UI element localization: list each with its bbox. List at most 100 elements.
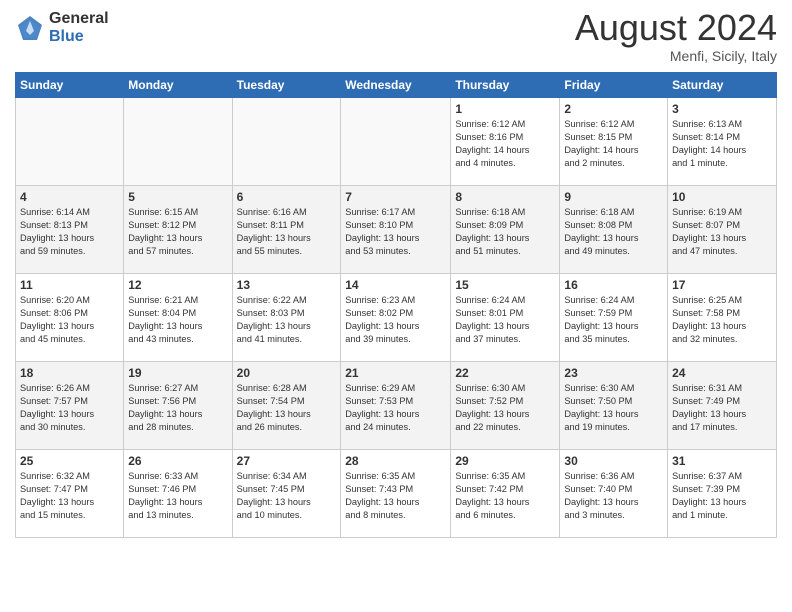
table-row: 25Sunrise: 6:32 AM Sunset: 7:47 PM Dayli… [16,450,124,538]
day-number: 9 [564,190,663,204]
page-header: General Blue August 2024 Menfi, Sicily, … [15,10,777,64]
header-saturday: Saturday [668,73,777,98]
table-row [16,98,124,186]
table-row [232,98,341,186]
day-number: 1 [455,102,555,116]
day-info: Sunrise: 6:12 AM Sunset: 8:16 PM Dayligh… [455,118,555,170]
logo: General Blue [15,10,109,45]
table-row: 8 Sunrise: 6:18 AM Sunset: 8:09 PM Daylig… [451,186,560,274]
day-info: Sunrise: 6:12 AM Sunset: 8:15 PM Dayligh… [564,118,663,170]
day-number: 20 [237,366,337,380]
day-info: Sunrise: 6:17 AM Sunset: 8:10 PM Dayligh… [345,206,446,258]
table-row: 9Sunrise: 6:18 AM Sunset: 8:08 PM Daylig… [560,186,668,274]
table-row: 22 Sunrise: 6:30 AM Sunset: 7:52 PM Dayli… [451,362,560,450]
table-row: 1 Sunrise: 6:12 AM Sunset: 8:16 PM Daylig… [451,98,560,186]
table-row: 26 Sunrise: 6:33 AM Sunset: 7:46 PM Dayli… [124,450,232,538]
table-row: 28 Sunrise: 6:35 AM Sunset: 7:43 PM Dayli… [341,450,451,538]
day-info: Sunrise: 6:31 AM Sunset: 7:49 PM Dayligh… [672,382,772,434]
day-number: 7 [345,190,446,204]
table-row: 12 Sunrise: 6:21 AM Sunset: 8:04 PM Dayli… [124,274,232,362]
day-info: Sunrise: 6:34 AM Sunset: 7:45 PM Dayligh… [237,470,337,522]
day-info: Sunrise: 6:24 AM Sunset: 8:01 PM Dayligh… [455,294,555,346]
table-row: 29 Sunrise: 6:35 AM Sunset: 7:42 PM Dayli… [451,450,560,538]
table-row: 30Sunrise: 6:36 AM Sunset: 7:40 PM Dayli… [560,450,668,538]
day-info: Sunrise: 6:13 AM Sunset: 8:14 PM Dayligh… [672,118,772,170]
table-row: 31Sunrise: 6:37 AM Sunset: 7:39 PM Dayli… [668,450,777,538]
day-number: 14 [345,278,446,292]
day-info: Sunrise: 6:35 AM Sunset: 7:43 PM Dayligh… [345,470,446,522]
day-info: Sunrise: 6:22 AM Sunset: 8:03 PM Dayligh… [237,294,337,346]
table-row: 19Sunrise: 6:27 AM Sunset: 7:56 PM Dayli… [124,362,232,450]
table-row: 4 Sunrise: 6:14 AM Sunset: 8:13 PM Daylig… [16,186,124,274]
day-info: Sunrise: 6:32 AM Sunset: 7:47 PM Dayligh… [20,470,119,522]
day-info: Sunrise: 6:33 AM Sunset: 7:46 PM Dayligh… [128,470,227,522]
table-row: 23Sunrise: 6:30 AM Sunset: 7:50 PM Dayli… [560,362,668,450]
day-info: Sunrise: 6:15 AM Sunset: 8:12 PM Dayligh… [128,206,227,258]
day-number: 17 [672,278,772,292]
month-title: August 2024 [575,10,777,46]
calendar-week-row: 11Sunrise: 6:20 AM Sunset: 8:06 PM Dayli… [16,274,777,362]
day-number: 23 [564,366,663,380]
day-info: Sunrise: 6:25 AM Sunset: 7:58 PM Dayligh… [672,294,772,346]
calendar-header-row: Sunday Monday Tuesday Wednesday Thursday… [16,73,777,98]
header-thursday: Thursday [451,73,560,98]
table-row: 3 Sunrise: 6:13 AM Sunset: 8:14 PM Daylig… [668,98,777,186]
logo-general: General [49,10,109,28]
header-tuesday: Tuesday [232,73,341,98]
day-number: 28 [345,454,446,468]
table-row: 21 Sunrise: 6:29 AM Sunset: 7:53 PM Dayli… [341,362,451,450]
day-info: Sunrise: 6:21 AM Sunset: 8:04 PM Dayligh… [128,294,227,346]
day-number: 3 [672,102,772,116]
header-friday: Friday [560,73,668,98]
table-row [341,98,451,186]
table-row: 24Sunrise: 6:31 AM Sunset: 7:49 PM Dayli… [668,362,777,450]
day-number: 8 [455,190,555,204]
day-number: 2 [564,102,663,116]
logo-blue: Blue [49,28,109,46]
table-row: 11Sunrise: 6:20 AM Sunset: 8:06 PM Dayli… [16,274,124,362]
calendar-week-row: 4 Sunrise: 6:14 AM Sunset: 8:13 PM Daylig… [16,186,777,274]
day-info: Sunrise: 6:28 AM Sunset: 7:54 PM Dayligh… [237,382,337,434]
location: Menfi, Sicily, Italy [575,48,777,64]
table-row: 6Sunrise: 6:16 AM Sunset: 8:11 PM Daylig… [232,186,341,274]
logo-icon [15,13,45,43]
table-row: 27 Sunrise: 6:34 AM Sunset: 7:45 PM Dayli… [232,450,341,538]
day-info: Sunrise: 6:26 AM Sunset: 7:57 PM Dayligh… [20,382,119,434]
table-row: 17 Sunrise: 6:25 AM Sunset: 7:58 PM Dayli… [668,274,777,362]
day-number: 16 [564,278,663,292]
day-info: Sunrise: 6:30 AM Sunset: 7:52 PM Dayligh… [455,382,555,434]
day-number: 26 [128,454,227,468]
table-row: 13Sunrise: 6:22 AM Sunset: 8:03 PM Dayli… [232,274,341,362]
day-info: Sunrise: 6:19 AM Sunset: 8:07 PM Dayligh… [672,206,772,258]
table-row: 14 Sunrise: 6:23 AM Sunset: 8:02 PM Dayli… [341,274,451,362]
day-number: 22 [455,366,555,380]
logo-text: General Blue [49,10,109,45]
day-info: Sunrise: 6:24 AM Sunset: 7:59 PM Dayligh… [564,294,663,346]
day-info: Sunrise: 6:18 AM Sunset: 8:09 PM Dayligh… [455,206,555,258]
table-row: 16 Sunrise: 6:24 AM Sunset: 7:59 PM Dayli… [560,274,668,362]
table-row: 7 Sunrise: 6:17 AM Sunset: 8:10 PM Daylig… [341,186,451,274]
day-info: Sunrise: 6:35 AM Sunset: 7:42 PM Dayligh… [455,470,555,522]
day-number: 4 [20,190,119,204]
day-number: 15 [455,278,555,292]
table-row: 18 Sunrise: 6:26 AM Sunset: 7:57 PM Dayli… [16,362,124,450]
day-number: 10 [672,190,772,204]
calendar: Sunday Monday Tuesday Wednesday Thursday… [15,72,777,538]
day-number: 31 [672,454,772,468]
title-block: August 2024 Menfi, Sicily, Italy [575,10,777,64]
calendar-week-row: 1 Sunrise: 6:12 AM Sunset: 8:16 PM Daylig… [16,98,777,186]
day-number: 18 [20,366,119,380]
day-number: 12 [128,278,227,292]
calendar-week-row: 25Sunrise: 6:32 AM Sunset: 7:47 PM Dayli… [16,450,777,538]
day-number: 29 [455,454,555,468]
day-number: 5 [128,190,227,204]
header-sunday: Sunday [16,73,124,98]
day-info: Sunrise: 6:29 AM Sunset: 7:53 PM Dayligh… [345,382,446,434]
table-row: 10 Sunrise: 6:19 AM Sunset: 8:07 PM Dayli… [668,186,777,274]
day-number: 21 [345,366,446,380]
day-info: Sunrise: 6:23 AM Sunset: 8:02 PM Dayligh… [345,294,446,346]
day-number: 27 [237,454,337,468]
header-wednesday: Wednesday [341,73,451,98]
day-info: Sunrise: 6:16 AM Sunset: 8:11 PM Dayligh… [237,206,337,258]
day-info: Sunrise: 6:14 AM Sunset: 8:13 PM Dayligh… [20,206,119,258]
